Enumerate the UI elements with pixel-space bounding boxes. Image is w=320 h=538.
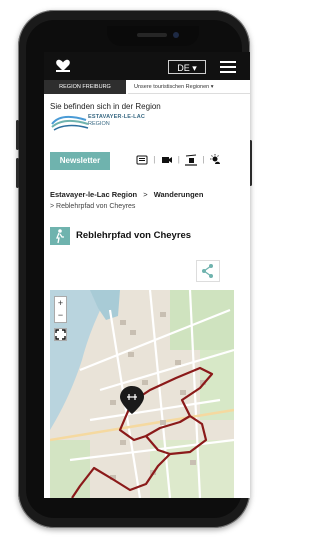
page-title: Reblehrpfad von Cheyres [76, 230, 192, 241]
top-bar: DE ▾ [44, 52, 250, 80]
fullscreen-button[interactable] [54, 328, 67, 341]
region-name: ESTAVAYER-LE-LAC [88, 114, 146, 120]
zoom-controls: + − [54, 296, 67, 323]
heart-logo-icon[interactable] [56, 59, 70, 72]
region-logo[interactable] [50, 114, 90, 132]
breadcrumb-current: > Reblehrpfad von Cheyres [50, 203, 136, 210]
regions-dropdown[interactable]: Unsere touristischen Regionen ▾ [128, 80, 250, 94]
region-name-suffix: REGION [88, 121, 110, 127]
phone-notch [107, 26, 199, 46]
breadcrumb: Estavayer-le-Lac Region > Wanderungen [50, 190, 203, 199]
start-point-pin-icon[interactable] [120, 386, 144, 414]
ski-lift-icon[interactable] [185, 154, 198, 166]
weather-icon[interactable] [209, 154, 222, 166]
newsletter-button[interactable]: Newsletter [50, 152, 110, 170]
side-button [16, 120, 19, 150]
webcam-icon[interactable] [136, 154, 148, 166]
screen: DE ▾ REGION FREIBURG Unsere touristische… [44, 52, 250, 498]
front-camera-icon [173, 32, 179, 38]
route-map[interactable] [50, 290, 234, 498]
language-selector[interactable]: DE ▾ [168, 60, 206, 74]
video-camera-icon[interactable] [161, 154, 173, 166]
breadcrumb-separator: > [143, 190, 148, 199]
share-icon [202, 264, 213, 278]
breadcrumb-region-link[interactable]: Estavayer-le-Lac Region [50, 190, 137, 199]
region-intro: Sie befinden sich in der Region [50, 102, 161, 111]
volume-button [16, 158, 19, 188]
share-button[interactable] [196, 260, 220, 282]
region-bar: REGION FREIBURG Unsere touristischen Reg… [44, 80, 250, 94]
zoom-out-button[interactable]: − [55, 309, 66, 321]
zoom-in-button[interactable]: + [55, 297, 66, 309]
breadcrumb-hikes-link[interactable]: Wanderungen [154, 190, 204, 199]
quick-icons: | | | [136, 154, 246, 168]
fullscreen-icon [55, 329, 66, 340]
region-freiburg-tab[interactable]: REGION FREIBURG [44, 80, 126, 94]
map-canvas [50, 290, 234, 498]
hiking-category-icon [50, 227, 70, 245]
hamburger-menu-icon[interactable] [220, 61, 236, 73]
